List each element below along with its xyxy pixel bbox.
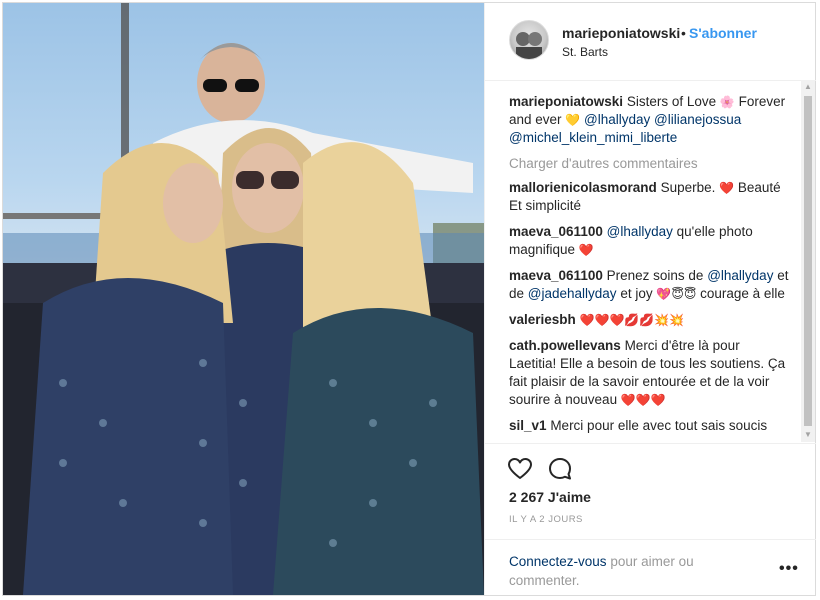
emoji-row: ❤️❤️❤️💋💋💥💥: [579, 313, 685, 327]
comment-mention[interactable]: @lhallyday: [707, 268, 773, 283]
photo-illustration: [3, 3, 484, 595]
instagram-post: marieponiatowski • S'abonner St. Barts m…: [2, 2, 816, 596]
heart-emoji: ❤️❤️❤️: [620, 393, 666, 407]
comment-text: courage à elle: [700, 286, 785, 301]
comment-username[interactable]: mallorienicolasmorand: [509, 180, 657, 195]
mention-lilianejossua[interactable]: @lilianejossua: [654, 112, 741, 127]
flower-emoji: 🌸: [719, 95, 735, 109]
comment-username[interactable]: sil_v1: [509, 418, 547, 433]
comments-scrollbar[interactable]: ▲ ▼: [801, 80, 815, 442]
scroll-down-arrow-icon[interactable]: ▼: [801, 428, 815, 442]
comment-mention[interactable]: @lhallyday: [607, 224, 673, 239]
avatar[interactable]: [509, 20, 549, 60]
caption-text-1: Sisters of Love: [626, 94, 717, 109]
comment-item: mallorienicolasmorand Superbe. ❤️ Beauté…: [509, 179, 789, 215]
login-prompt: Connectez-vous pour aimer ou commenter.: [509, 552, 729, 590]
comment-text: Prenez soins de: [606, 268, 704, 283]
avatar-image: [516, 32, 542, 59]
comment-username[interactable]: maeva_061100: [509, 268, 603, 283]
comment-item: sil_v1 Merci pour elle avec tout sais so…: [509, 417, 789, 435]
comment-mention[interactable]: @jadehallyday: [528, 286, 617, 301]
comment-bubble-icon[interactable]: [547, 456, 573, 482]
post-timestamp[interactable]: IL Y A 2 JOURS: [509, 514, 583, 525]
comment-text: Merci pour elle avec tout sais soucis: [550, 418, 768, 433]
caption: marieponiatowski Sisters of Love 🌸 Forev…: [509, 93, 789, 147]
comment-item: cath.powellevans Merci d'être là pour La…: [509, 337, 789, 409]
mention-michel-klein[interactable]: @michel_klein_mimi_liberte: [509, 130, 677, 145]
likes-count[interactable]: 2 267 J'aime: [509, 489, 591, 505]
post-footer: Connectez-vous pour aimer ou commenter. …: [485, 539, 816, 596]
comment-username[interactable]: maeva_061100: [509, 224, 603, 239]
comment-item: valeriesbh ❤️❤️❤️💋💋💥💥: [509, 311, 789, 329]
post-photo[interactable]: [3, 3, 484, 595]
mention-lhallyday[interactable]: @lhallyday: [584, 112, 650, 127]
heart-emoji: ❤️: [719, 181, 735, 195]
comments-list[interactable]: marieponiatowski Sisters of Love 🌸 Forev…: [509, 93, 789, 445]
heart-emoji: ❤️: [578, 243, 594, 257]
heart-angel-emoji: 💖😇😇: [656, 287, 697, 301]
post-header: marieponiatowski • S'abonner St. Barts: [485, 3, 816, 81]
heart-outline-icon[interactable]: [507, 456, 533, 482]
scroll-up-arrow-icon[interactable]: ▲: [801, 80, 815, 94]
post-username[interactable]: marieponiatowski: [562, 25, 680, 41]
load-more-comments-button[interactable]: Charger d'autres commentaires: [509, 155, 789, 173]
comment-text: et joy: [620, 286, 653, 301]
comment-item: maeva_061100 @lhallyday qu'elle photo ma…: [509, 223, 789, 259]
scrollbar-thumb[interactable]: [804, 96, 812, 426]
more-dots-icon[interactable]: •••: [779, 560, 799, 578]
post-location[interactable]: St. Barts: [562, 45, 608, 59]
heart-emoji: 💛: [565, 113, 581, 127]
separator-dot: •: [681, 25, 686, 41]
follow-button[interactable]: S'abonner: [689, 25, 757, 41]
login-link[interactable]: Connectez-vous: [509, 554, 607, 569]
post-side-panel: marieponiatowski • S'abonner St. Barts m…: [484, 3, 816, 595]
comment-item: maeva_061100 Prenez soins de @lhallyday …: [509, 267, 789, 303]
caption-username[interactable]: marieponiatowski: [509, 94, 623, 109]
comment-text: Superbe.: [660, 180, 716, 195]
comment-username[interactable]: cath.powellevans: [509, 338, 621, 353]
comment-username[interactable]: valeriesbh: [509, 312, 576, 327]
